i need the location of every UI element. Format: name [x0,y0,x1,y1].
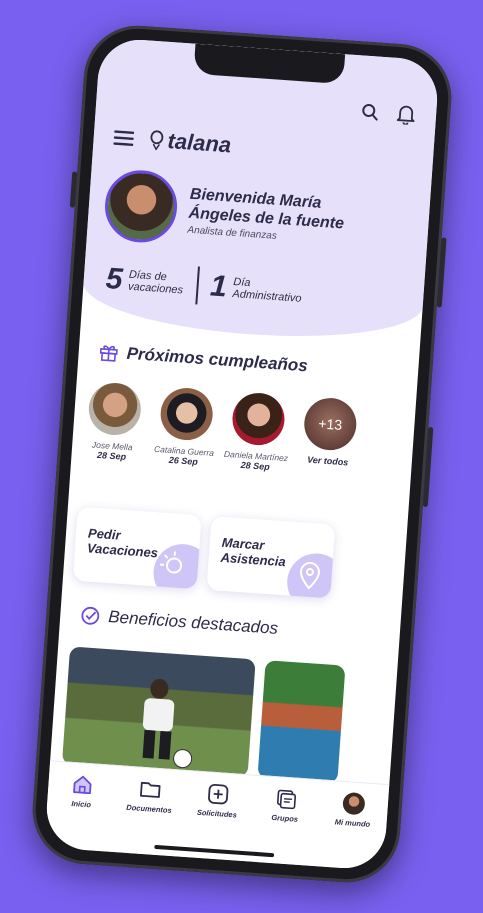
avatar [158,386,215,442]
tab-grupos[interactable]: Grupos [256,786,314,825]
divider [195,266,200,305]
mark-attendance-button[interactable]: Marcar Asistencia [206,516,336,599]
gift-icon [99,345,118,362]
home-icon [73,775,92,795]
tab-label: Documentos [126,802,172,815]
app-screen: talana Bienvenida María Ángeles de la fu… [44,37,440,871]
tab-solicitudes[interactable]: Solicitudes [189,781,247,820]
tab-documentos[interactable]: Documentos [121,776,179,815]
check-badge-icon [81,606,100,625]
balloon-icon [150,130,164,151]
phone-side-button [69,171,78,208]
birthdays-title: Próximos cumpleaños [126,343,309,376]
tab-label: Solicitudes [196,807,238,820]
mark-attendance-label: Marcar Asistencia [220,534,287,570]
vacation-days-count: 5 [104,262,124,297]
plus-icon [208,784,229,805]
vacation-days-label: Días de vacaciones [127,268,184,297]
folder-icon [140,781,161,798]
birthday-person[interactable]: Daniela Martínez 28 Sep [223,391,292,473]
sun-icon [151,542,202,590]
avatar [87,381,143,437]
phone-side-button [422,426,434,508]
menu-icon[interactable] [111,125,137,151]
location-pin-icon [285,551,336,599]
tab-inicio[interactable]: Inicio [53,772,111,811]
tab-mi-mundo[interactable]: Mi mundo [324,791,382,830]
birthday-person[interactable]: Catalina Guerra 26 Sep [151,386,220,468]
benefits-section-title: Beneficios destacados [80,605,279,639]
tab-label: Grupos [271,812,299,824]
see-all-label: Ver todos [306,454,349,468]
bell-icon[interactable] [393,102,419,128]
top-actions [357,99,419,127]
tab-label: Inicio [71,798,92,810]
avatar [230,391,287,447]
request-vacation-button[interactable]: Pedir Vacaciones [72,506,202,590]
group-icon [276,789,297,810]
see-all-birthdays[interactable]: +13 Ver todos [295,396,364,478]
birthday-list: Jose Mella 28 Sep Catalina Guerra 26 Sep… [79,381,364,478]
admin-days-count: 1 [209,269,229,304]
birthday-person[interactable]: Jose Mella 28 Sep [79,381,148,463]
benefits-title: Beneficios destacados [107,607,279,638]
home-indicator [154,844,275,858]
tab-label: Mi mundo [334,817,371,829]
app-name: talana [166,128,232,158]
avatar [342,791,366,816]
search-icon[interactable] [357,99,383,125]
phone-side-button [436,237,447,308]
benefit-card-resort[interactable] [257,660,346,784]
request-vacation-label: Pedir Vacaciones [86,525,159,561]
avatar[interactable] [102,167,180,245]
admin-days-label: Día Administrativo [232,275,302,305]
birthdays-section-title: Próximos cumpleaños [98,342,308,377]
benefits-carousel [61,646,346,784]
promo-stage: talana Bienvenida María Ángeles de la fu… [0,0,483,913]
quick-actions: Pedir Vacaciones Marcar Asistencia [72,506,336,599]
more-count: +13 [302,396,359,452]
benefit-card-soccer[interactable] [61,646,256,778]
app-logo: talana [149,127,232,159]
phone-frame: talana Bienvenida María Ángeles de la fu… [29,22,455,886]
